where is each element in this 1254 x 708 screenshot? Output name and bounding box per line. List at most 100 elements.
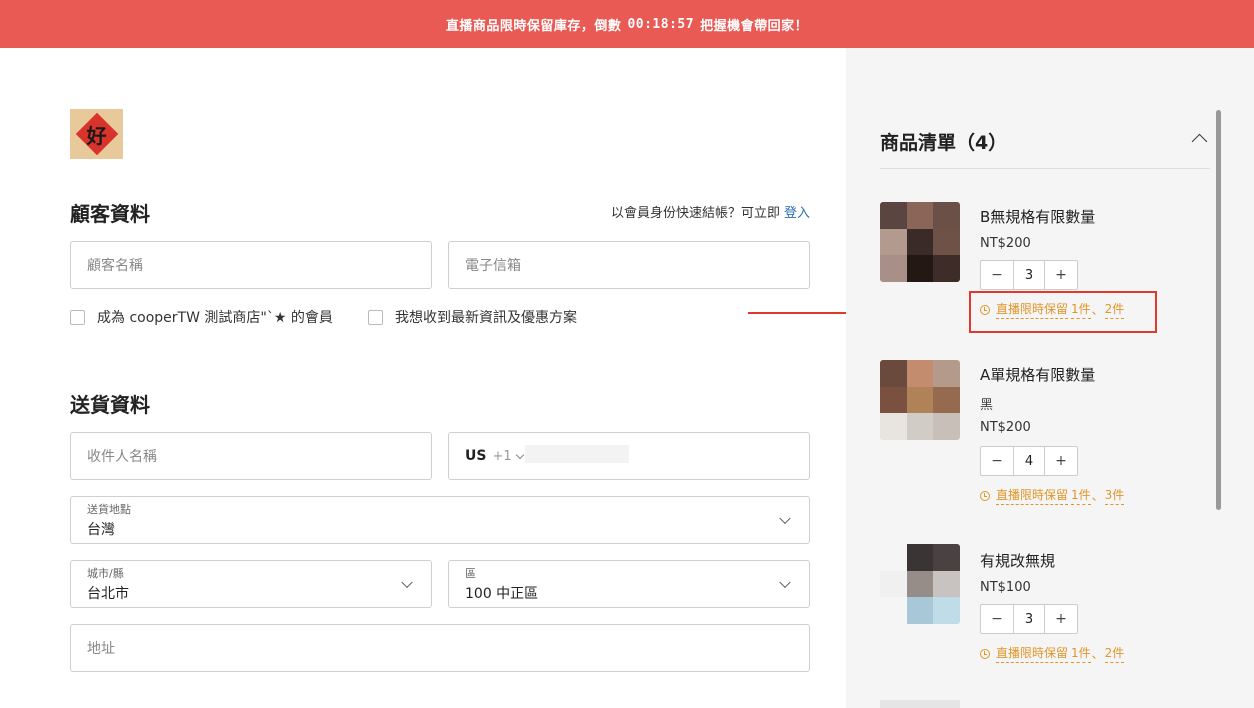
customer-section-title: 顧客資料 [70,202,150,226]
product-thumbnail [880,360,960,440]
hold-count-a: 1件 [1071,644,1091,663]
product-thumbnail [880,202,960,282]
item-price: NT$100 [980,580,1031,595]
item-name: A單規格有限數量 [980,366,1096,384]
item-variant: 黑 [980,398,994,413]
store-logo[interactable]: 好 [70,109,123,159]
clock-icon [980,490,990,501]
city-select[interactable]: 城市/縣 台北市 [70,560,432,608]
thumbnail-pixel [906,597,934,624]
increment-button[interactable]: + [1045,605,1077,633]
email-placeholder: 電子信箱 [465,258,521,274]
thumbnail-pixel [880,570,907,598]
member-checkbox-label: 成為 cooperTW 測試商店"`★ 的會員 [97,310,333,326]
annotation-highlight-box [969,291,1157,333]
thumbnail-pixel [906,202,934,229]
increment-button[interactable]: + [1045,261,1077,289]
quantity-value[interactable]: 3 [1013,261,1045,289]
customer-name-input[interactable]: 顧客名稱 [70,241,432,289]
newsletter-checkbox-row[interactable]: 我想收到最新資訊及優惠方案 [368,307,577,327]
newsletter-checkbox-label: 我想收到最新資訊及優惠方案 [395,310,577,326]
thumbnail-pixel [933,255,960,282]
phone-code: +1 [492,448,512,464]
delivery-location-select[interactable]: 送貨地點 台灣 [70,496,810,544]
chevron-up-icon[interactable] [1191,133,1208,150]
scrollbar[interactable] [1216,110,1221,510]
thumbnail-pixel [933,360,960,387]
decrement-button[interactable]: − [981,261,1013,289]
product-thumbnail [880,544,960,624]
cart-title: 商品清單（4） [880,132,1008,154]
chevron-down-icon[interactable] [515,450,524,459]
delivery-location-label: 送貨地點 [87,503,131,516]
thumbnail-pixel [906,386,934,414]
hold-count-b: 2件 [1104,644,1125,663]
thumbnail-pixel [933,597,960,624]
member-login-hint: 以會員身份快速結帳？可立即 登入 [611,202,810,221]
member-checkbox[interactable] [70,309,85,325]
banner-prefix: 直播商品限時保留庫存，倒數 [445,18,622,34]
countdown-banner: 直播商品限時保留庫存，倒數 00:18:57 把握機會帶回家！ [0,0,1254,48]
quantity-value[interactable]: 4 [1013,447,1045,475]
thumbnail-pixel [933,570,960,598]
phone-country[interactable]: US [465,448,486,464]
newsletter-checkbox[interactable] [368,309,383,325]
item-name: B無規格有限數量 [980,208,1096,226]
banner-suffix: 把握機會帶回家！ [700,18,809,34]
thumbnail-pixel [880,360,907,387]
quantity-stepper[interactable]: − 4 + [980,446,1078,476]
increment-button[interactable]: + [1045,447,1077,475]
thumbnail-pixel [880,228,907,256]
banner-timer: 00:18:57 [627,16,695,32]
customer-name-placeholder: 顧客名稱 [87,258,143,274]
chevron-down-icon [779,576,791,589]
divider [880,168,1210,169]
district-select[interactable]: 區 100 中正區 [448,560,810,608]
quantity-stepper[interactable]: − 3 + [980,260,1078,290]
item-price: NT$200 [980,420,1031,435]
chevron-down-icon [401,576,413,589]
login-prompt: 以會員身份快速結帳？可立即 [610,206,780,221]
cart-panel: 商品清單（4） B無規格有限數量 NT$200 − 3 + 直播限時保留 1件 … [846,48,1254,708]
item-name: 有規改無規 [980,552,1056,570]
thumbnail-pixel [880,544,907,571]
phone-number-redacted [525,445,629,463]
delivery-location-value: 台灣 [87,522,115,538]
thumbnail-pixel [933,413,960,440]
login-link[interactable]: 登入 [784,206,810,221]
decrement-button[interactable]: − [981,447,1013,475]
thumbnail-pixel [933,228,960,256]
recipient-name-input[interactable]: 收件人名稱 [70,432,432,480]
district-value: 100 中正區 [465,586,539,602]
live-hold-notice[interactable]: 直播限時保留 1件 、 3件 [980,486,1125,505]
member-checkbox-row[interactable]: 成為 cooperTW 測試商店"`★ 的會員 [70,307,333,327]
thumbnail-pixel [906,255,934,282]
address-input[interactable]: 地址 [70,624,810,672]
chevron-down-icon [779,512,791,525]
email-input[interactable]: 電子信箱 [448,241,810,289]
hold-prefix: 直播限時保留 [996,486,1069,505]
thumbnail-pixel [880,597,907,624]
hold-count-b: 3件 [1104,486,1125,505]
clock-icon [980,648,990,659]
phone-input[interactable]: US +1 [448,432,810,480]
shipping-section-title: 送貨資料 [70,393,150,417]
item-price: NT$200 [980,236,1031,251]
recipient-placeholder: 收件人名稱 [87,449,157,465]
live-hold-notice[interactable]: 直播限時保留 1件 、 2件 [980,644,1125,663]
checkout-form-panel: 好 顧客資料 以會員身份快速結帳？可立即 登入 顧客名稱 電子信箱 成為 coop… [0,48,846,708]
quantity-value[interactable]: 3 [1013,605,1045,633]
thumbnail-pixel [906,544,934,571]
quantity-stepper[interactable]: − 3 + [980,604,1078,634]
hold-prefix: 直播限時保留 [996,644,1069,663]
decrement-button[interactable]: − [981,605,1013,633]
thumbnail-pixel [880,202,907,229]
thumbnail-pixel [933,386,960,414]
hold-separator: 、 [1091,647,1104,661]
hold-count-a: 1件 [1071,486,1091,505]
city-label: 城市/縣 [87,567,124,580]
thumbnail-pixel [906,228,934,256]
thumbnail-pixel [880,413,907,440]
thumbnail-pixel [880,386,907,414]
thumbnail-pixel [933,202,960,229]
